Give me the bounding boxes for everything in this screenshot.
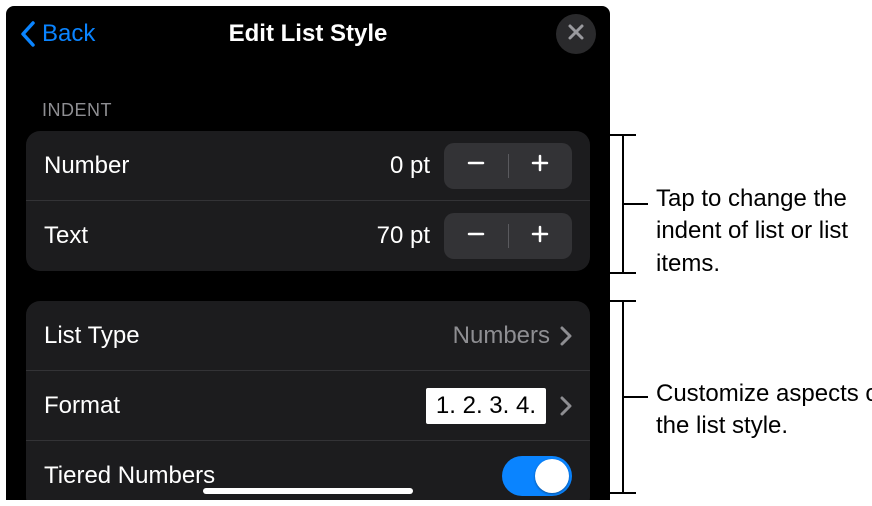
number-indent-row: Number 0 pt (26, 131, 590, 201)
number-indent-stepper (444, 143, 572, 189)
back-button[interactable]: Back (20, 20, 95, 48)
close-icon (567, 23, 585, 46)
list-type-row[interactable]: List Type Numbers (26, 301, 590, 371)
home-indicator (203, 488, 413, 494)
plus-icon (530, 153, 550, 178)
chevron-right-icon (560, 326, 572, 346)
minus-icon (466, 224, 486, 249)
text-indent-decrement[interactable] (444, 213, 508, 259)
callout-bracket (622, 396, 648, 398)
list-type-label: List Type (44, 322, 453, 350)
text-indent-row: Text 70 pt (26, 201, 590, 271)
page-title: Edit List Style (6, 20, 610, 48)
plus-icon (530, 224, 550, 249)
callout-bracket (610, 134, 636, 136)
format-label: Format (44, 392, 426, 420)
toggle-knob (535, 459, 569, 493)
format-row[interactable]: Format 1. 2. 3. 4. (26, 371, 590, 441)
callout-bracket (610, 492, 636, 494)
number-indent-label: Number (44, 152, 390, 180)
callout-indent: Tap to change the indent of list or list… (656, 183, 872, 280)
indent-group: Number 0 pt Text 70 pt (26, 131, 590, 271)
text-indent-stepper (444, 213, 572, 259)
callout-style: Customize aspects of the list style. (656, 378, 872, 443)
chevron-left-icon (20, 21, 36, 47)
edit-list-style-panel: Back Edit List Style INDENT Number 0 pt (6, 6, 610, 500)
callout-bracket (622, 203, 648, 205)
list-style-group: List Type Numbers Format 1. 2. 3. 4. Tie… (26, 301, 590, 500)
list-type-value: Numbers (453, 322, 550, 350)
number-indent-value: 0 pt (390, 152, 430, 180)
tiered-numbers-label: Tiered Numbers (44, 462, 502, 490)
chevron-right-icon (560, 396, 572, 416)
nav-bar: Back Edit List Style (6, 6, 610, 62)
callout-bracket (610, 300, 636, 302)
tiered-numbers-toggle[interactable] (502, 456, 572, 496)
minus-icon (466, 153, 486, 178)
text-indent-increment[interactable] (509, 213, 573, 259)
text-indent-value: 70 pt (377, 222, 430, 250)
format-preview: 1. 2. 3. 4. (426, 388, 546, 424)
close-button[interactable] (556, 14, 596, 54)
text-indent-label: Text (44, 222, 377, 250)
callout-bracket (610, 272, 636, 274)
number-indent-decrement[interactable] (444, 143, 508, 189)
back-label: Back (42, 20, 95, 48)
number-indent-increment[interactable] (509, 143, 573, 189)
indent-section-header: INDENT (6, 62, 610, 131)
